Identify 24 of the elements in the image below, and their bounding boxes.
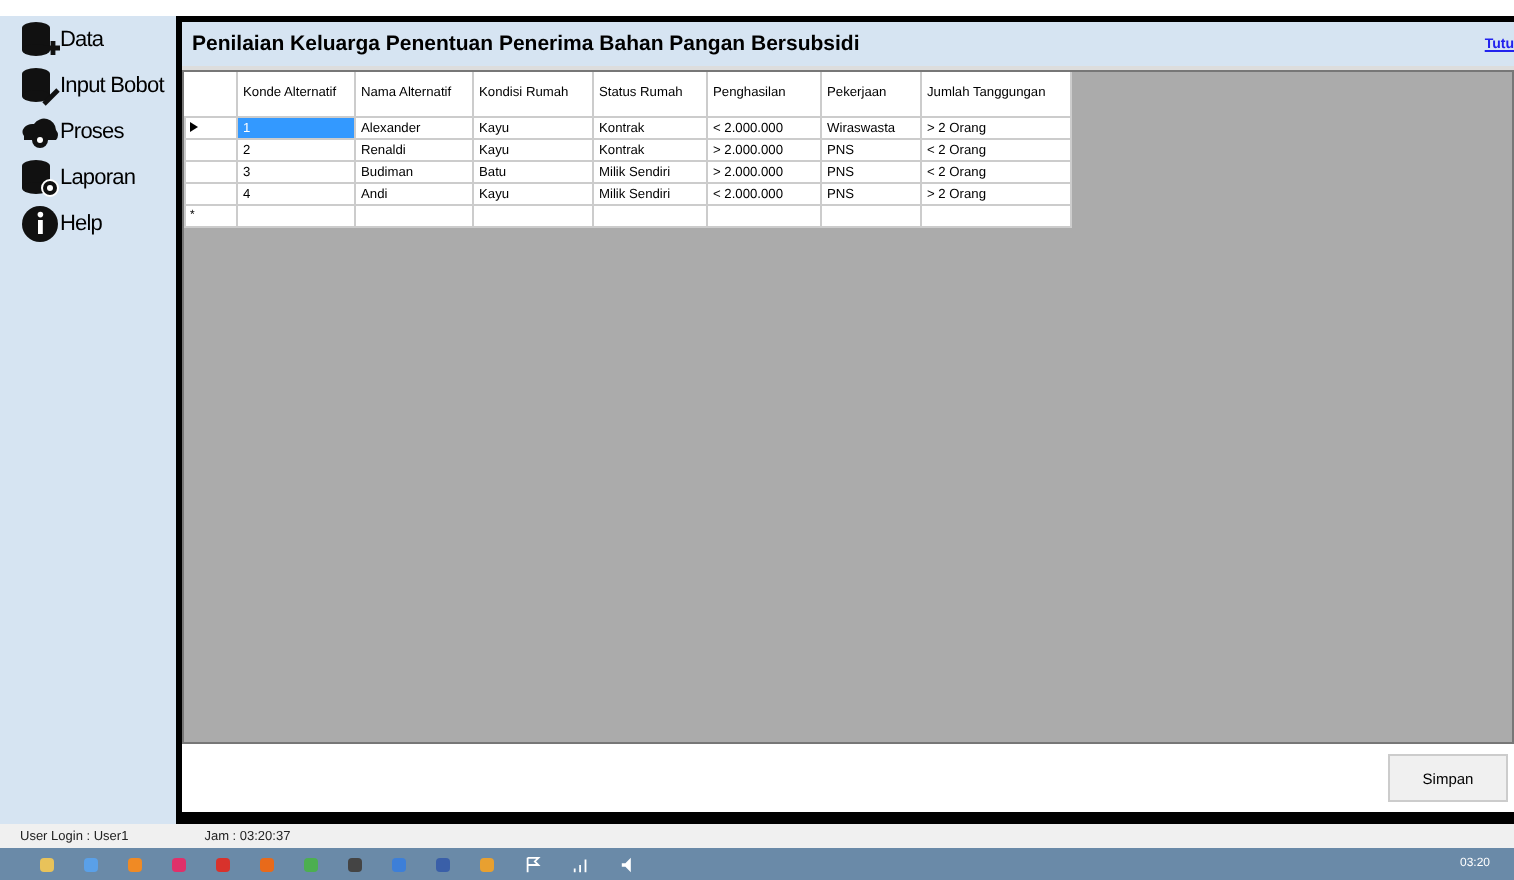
info-icon	[20, 204, 60, 244]
app-icon[interactable]	[480, 857, 494, 871]
app-icon[interactable]	[84, 857, 98, 871]
window-title: Penilaian Keluarga Penentuan Penerima Bahan Pangan Bersubsidi	[192, 32, 860, 56]
app-icon[interactable]	[436, 857, 450, 871]
database-plus-icon	[20, 20, 60, 60]
flag-icon[interactable]	[524, 855, 542, 873]
sidebar-item[interactable]: Input Bobot	[20, 66, 176, 106]
app-icon[interactable]	[348, 857, 362, 871]
app-icon[interactable]	[128, 857, 142, 871]
app-icon[interactable]	[40, 857, 54, 871]
current-row-icon	[190, 121, 198, 131]
database-pencil-icon	[20, 66, 60, 106]
sidebar-item[interactable]: Help	[20, 204, 176, 244]
sidebar-item[interactable]: Data	[20, 20, 176, 60]
sidebar-item[interactable]: Laporan	[20, 158, 176, 198]
database-gear-icon	[20, 158, 60, 198]
signal-icon[interactable]	[572, 855, 590, 873]
app-icon[interactable]	[304, 857, 318, 871]
sidebar-item[interactable]: Proses	[20, 112, 176, 152]
app-icon[interactable]	[260, 857, 274, 871]
row-header[interactable]	[185, 117, 236, 139]
app-icon[interactable]	[172, 857, 186, 871]
app-icon[interactable]	[216, 857, 230, 871]
